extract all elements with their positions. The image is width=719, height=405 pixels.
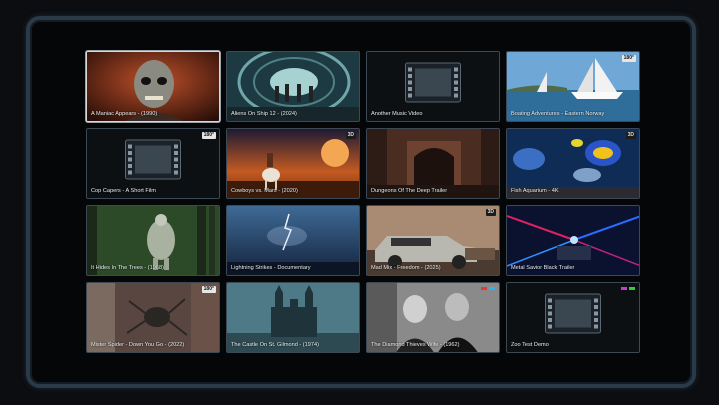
video-tile[interactable]: A Maniac Appears - (1990): [86, 51, 220, 122]
video-tile[interactable]: 180° Mister Spider - Down You Go - (2022): [86, 282, 220, 353]
video-title: Cop Capers - A Short Film: [91, 188, 156, 194]
video-title: Another Music Video: [371, 111, 423, 117]
video-title: Mad Mix - Freedom - (2025): [371, 265, 441, 271]
video-tile[interactable]: Aliens On Ship 12 - (2024): [226, 51, 360, 122]
format-badge: 180°: [621, 55, 636, 62]
video-tile[interactable]: The Castle On St. Gilmond - (1974): [226, 282, 360, 353]
format-badge: 180°: [201, 132, 216, 139]
video-grid: A Maniac Appears - (1990) Aliens On Ship …: [86, 51, 640, 353]
video-tile[interactable]: Zoo Test Demo: [506, 282, 640, 353]
format-badge: 3D: [345, 132, 356, 139]
status-dot: [629, 287, 635, 290]
video-title: A Maniac Appears - (1990): [91, 111, 158, 117]
video-tile[interactable]: It Hides In The Trees - (1968): [86, 205, 220, 276]
video-tile[interactable]: 3D Cowboys vs. Mars - (2020): [226, 128, 360, 199]
video-title: Dungeons Of The Deep Trailer: [371, 188, 448, 194]
status-dot: [489, 287, 495, 290]
video-title: Fish Aquarium - 4K: [511, 188, 559, 194]
video-title: The Castle On St. Gilmond - (1974): [231, 342, 319, 348]
status-dot: [621, 287, 627, 290]
video-title: Boating Adventures - Eastern Norway: [511, 111, 605, 117]
video-title: Zoo Test Demo: [511, 342, 549, 348]
video-tile[interactable]: 180° Boating Adventures - Eastern Norway: [506, 51, 640, 122]
video-tile[interactable]: Dungeons Of The Deep Trailer: [366, 128, 500, 199]
format-badge: 3D: [485, 209, 496, 216]
video-title: Aliens On Ship 12 - (2024): [231, 111, 297, 117]
video-tile[interactable]: Another Music Video: [366, 51, 500, 122]
status-dot: [481, 287, 487, 290]
video-title: Metal Savior Black Trailer: [511, 265, 575, 271]
format-badge: 3D: [625, 132, 636, 139]
video-title: Lightning Strikes - Documentary: [231, 265, 311, 271]
status-dots: [481, 287, 495, 290]
status-dots: [621, 287, 635, 290]
video-title: Cowboys vs. Mars - (2020): [231, 188, 298, 194]
video-title: Mister Spider - Down You Go - (2022): [91, 342, 185, 348]
video-tile[interactable]: 3D Fish Aquarium - 4K: [506, 128, 640, 199]
video-tile[interactable]: Metal Savior Black Trailer: [506, 205, 640, 276]
video-tile[interactable]: 3D Mad Mix - Freedom - (2025): [366, 205, 500, 276]
video-title: It Hides In The Trees - (1968): [91, 265, 164, 271]
video-tile[interactable]: 180° Cop Capers - A Short Film: [86, 128, 220, 199]
format-badge: 180°: [201, 286, 216, 293]
video-tile[interactable]: The Diamond Thieves Wife - (1962): [366, 282, 500, 353]
video-tile[interactable]: Lightning Strikes - Documentary: [226, 205, 360, 276]
video-title: The Diamond Thieves Wife - (1962): [371, 342, 460, 348]
